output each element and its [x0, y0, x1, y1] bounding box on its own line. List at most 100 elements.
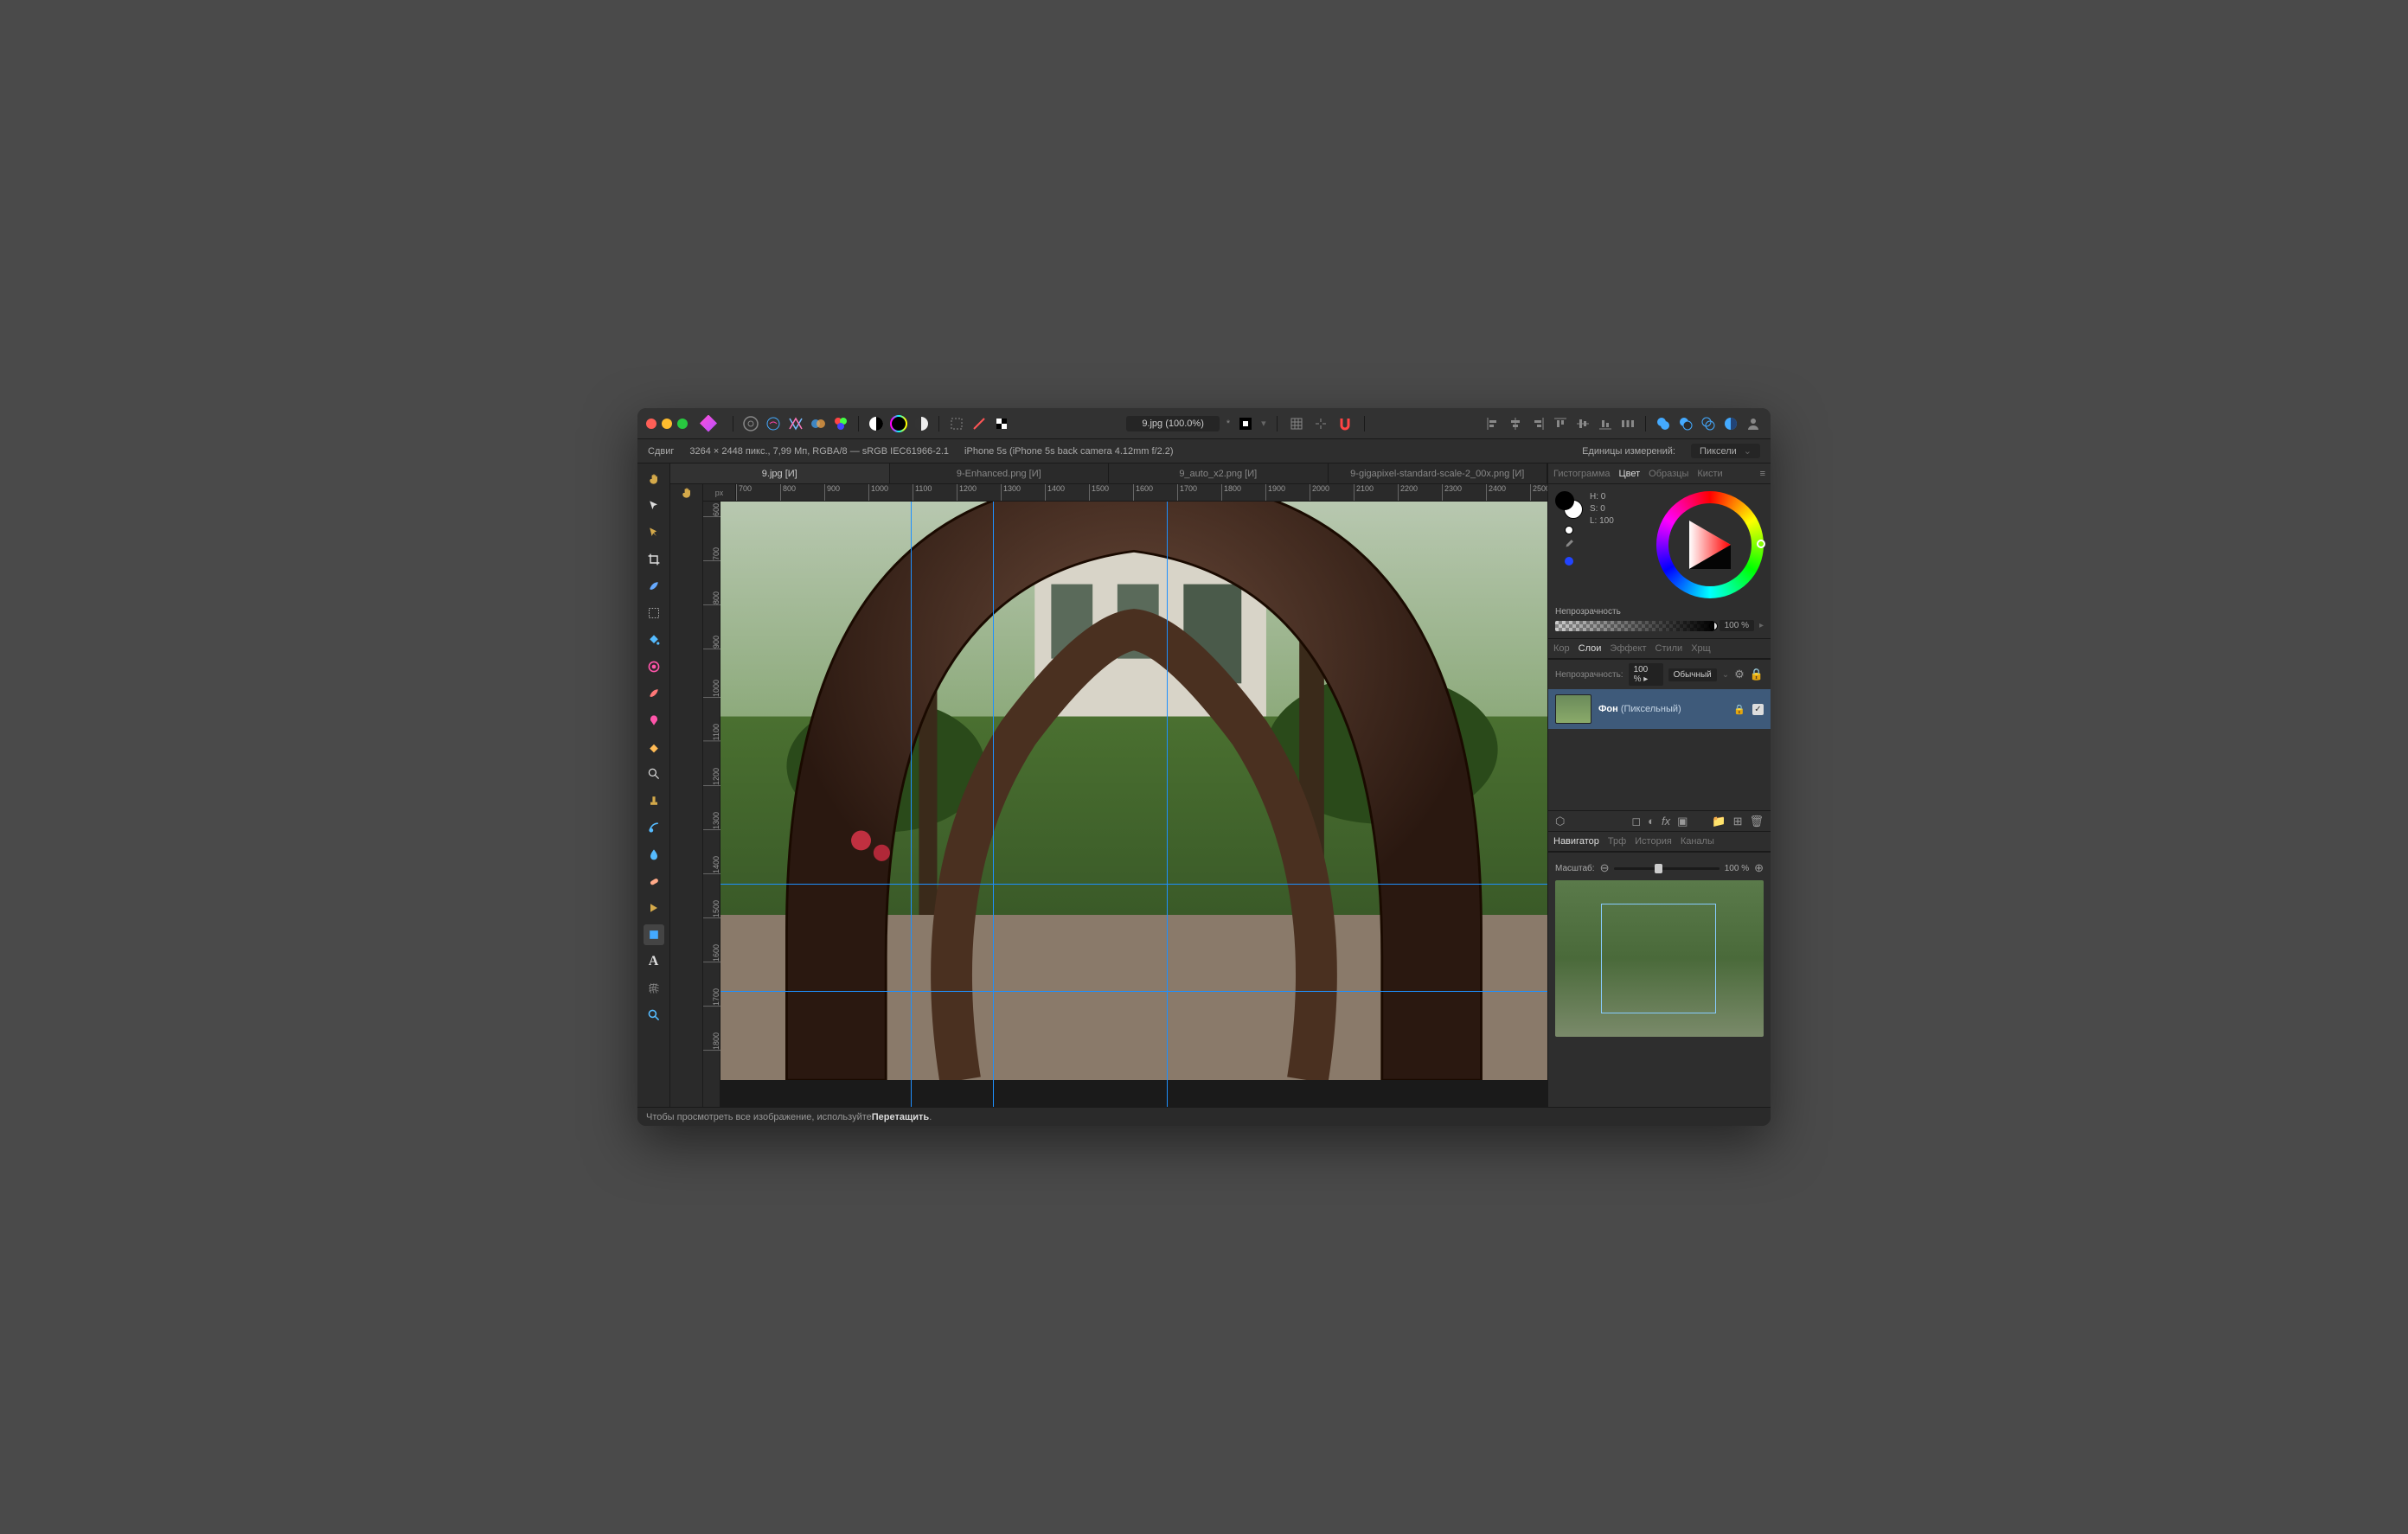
erase-tool[interactable] — [644, 737, 664, 757]
marquee-tool[interactable] — [644, 603, 664, 623]
tab-brushes[interactable]: Кисти — [1697, 469, 1722, 479]
inpaint-tool[interactable] — [644, 871, 664, 892]
crop-tool[interactable] — [644, 549, 664, 570]
zoom-in-icon[interactable]: ⊕ — [1754, 861, 1764, 875]
flood-tool[interactable] — [644, 630, 664, 650]
magnet-icon[interactable] — [1336, 415, 1354, 432]
clone-tool[interactable] — [644, 710, 664, 731]
view-mode-icon[interactable] — [1237, 415, 1254, 432]
doc-tab-0[interactable]: 9.jpg [И] — [670, 463, 890, 483]
lock-icon[interactable]: 🔒 — [1750, 668, 1764, 681]
navigator-viewport[interactable] — [1601, 904, 1716, 1013]
user-icon[interactable] — [1745, 415, 1762, 432]
ruler-vertical[interactable]: 6007008009001000110012001300140015001600… — [703, 502, 720, 1107]
half-circle-icon[interactable] — [913, 415, 930, 432]
blend-dropdown-icon[interactable]: ⌄ — [1722, 670, 1729, 680]
hand-corner[interactable] — [670, 484, 703, 502]
heal-tool[interactable] — [644, 817, 664, 838]
layer-row[interactable]: Фон (Пиксельный) 🔒 ✓ — [1548, 689, 1771, 729]
canvas[interactable] — [720, 502, 1547, 1107]
gear-icon[interactable]: ⚙ — [1734, 668, 1745, 681]
adjustment-icon[interactable]: ◐ — [1648, 815, 1655, 828]
eyedropper-icon[interactable] — [1563, 538, 1575, 550]
color-picker-tool[interactable] — [644, 656, 664, 677]
tab-color[interactable]: Цвет — [1619, 469, 1641, 479]
close-window[interactable] — [646, 419, 656, 429]
checker-icon[interactable] — [993, 415, 1010, 432]
ruler-horizontal[interactable]: 7008009001000110012001300140015001600170… — [736, 484, 1547, 502]
tab-correction[interactable]: Кор — [1553, 643, 1570, 654]
opacity-dropdown-icon[interactable]: ▸ — [1759, 621, 1764, 630]
shape-tool[interactable] — [644, 924, 664, 945]
hand-tool-indicator[interactable] — [644, 469, 664, 489]
trash-icon[interactable]: 🗑 — [1749, 815, 1764, 828]
opacity-slider[interactable] — [1555, 621, 1714, 631]
panel-menu-icon[interactable]: ≡ — [1760, 469, 1765, 479]
distribute-icon[interactable] — [1619, 415, 1636, 432]
opacity-value[interactable]: 100 % — [1720, 620, 1754, 631]
zoom-out-icon[interactable]: ⊖ — [1600, 861, 1610, 875]
layer-opacity-input[interactable]: 100 % ▸ — [1629, 663, 1663, 686]
shape-half-icon[interactable] — [1722, 415, 1739, 432]
maximize-window[interactable] — [677, 419, 688, 429]
snap-off-icon[interactable] — [1312, 415, 1329, 432]
shape-sub-icon[interactable] — [1677, 415, 1694, 432]
tab-history[interactable]: История — [1635, 836, 1672, 847]
units-select[interactable]: Пиксели⌄ — [1691, 444, 1760, 458]
zoom-lens-tool[interactable] — [644, 764, 664, 784]
tab-styles[interactable]: Стили — [1656, 643, 1683, 654]
selection-brush-tool[interactable] — [644, 576, 664, 597]
swap-colors-icon[interactable] — [1565, 526, 1573, 534]
zoom-tool[interactable] — [644, 1005, 664, 1026]
layer-lock-icon[interactable]: 🔒 — [1733, 704, 1745, 715]
tab-histogram[interactable]: Гистограмма — [1553, 469, 1611, 479]
tab-layers[interactable]: Слои — [1579, 643, 1602, 654]
grid-icon[interactable] — [1288, 415, 1305, 432]
mask-icon[interactable]: ◻ — [1631, 815, 1641, 828]
color-wheel-icon[interactable] — [890, 415, 907, 432]
folder-icon[interactable]: 📁 — [1712, 815, 1726, 828]
stamp-tool[interactable] — [644, 790, 664, 811]
recent-color[interactable] — [1565, 557, 1573, 566]
mesh-tool[interactable] — [644, 978, 664, 999]
zoom-slider[interactable] — [1614, 867, 1719, 870]
fx-icon[interactable]: fx — [1662, 815, 1670, 828]
persona-photo-icon[interactable] — [742, 415, 759, 432]
persona-export-icon[interactable] — [832, 415, 849, 432]
crop-mask-icon[interactable]: ▣ — [1677, 815, 1688, 828]
blend-mode-select[interactable]: Обычный — [1668, 668, 1717, 681]
color-swatches[interactable] — [1555, 491, 1583, 519]
align-left-icon[interactable] — [1484, 415, 1502, 432]
tab-effects[interactable]: Эффект — [1610, 643, 1646, 654]
tab-channels[interactable]: Каналы — [1681, 836, 1714, 847]
minimize-window[interactable] — [662, 419, 672, 429]
color-wheel[interactable] — [1656, 491, 1764, 598]
align-center-h-icon[interactable] — [1507, 415, 1524, 432]
marquee-icon[interactable] — [948, 415, 965, 432]
shape-add-icon[interactable] — [1655, 415, 1672, 432]
view-tool[interactable] — [644, 522, 664, 543]
diagonal-icon[interactable] — [970, 415, 988, 432]
tab-swatches[interactable]: Образцы — [1649, 469, 1688, 479]
text-tool[interactable]: A — [644, 951, 664, 972]
navigator-thumbnail[interactable] — [1555, 880, 1764, 1037]
tab-misc[interactable]: Хрщ — [1691, 643, 1711, 654]
align-top-icon[interactable] — [1552, 415, 1569, 432]
tab-navigator[interactable]: Навигатор — [1553, 836, 1599, 847]
align-right-icon[interactable] — [1529, 415, 1547, 432]
ruler-unit[interactable]: px — [703, 484, 736, 502]
move-tool[interactable] — [644, 495, 664, 516]
dodge-tool[interactable] — [644, 898, 664, 918]
align-middle-icon[interactable] — [1574, 415, 1591, 432]
doc-tab-3[interactable]: 9-gigapixel-standard-scale-2_00x.png [И] — [1329, 463, 1548, 483]
doc-tab-1[interactable]: 9-Enhanced.png [И] — [890, 463, 1110, 483]
layer-visible-checkbox[interactable]: ✓ — [1752, 704, 1764, 715]
zoom-value[interactable]: 100 % — [1725, 864, 1749, 873]
doc-tab-2[interactable]: 9_auto_x2.png [И] — [1109, 463, 1329, 483]
blur-tool[interactable] — [644, 844, 664, 865]
layers-blend-icon[interactable]: ⬡ — [1555, 815, 1565, 828]
paint-brush-tool[interactable] — [644, 683, 664, 704]
persona-tone-icon[interactable] — [810, 415, 827, 432]
persona-develop-icon[interactable] — [787, 415, 804, 432]
persona-liquify-icon[interactable] — [765, 415, 782, 432]
